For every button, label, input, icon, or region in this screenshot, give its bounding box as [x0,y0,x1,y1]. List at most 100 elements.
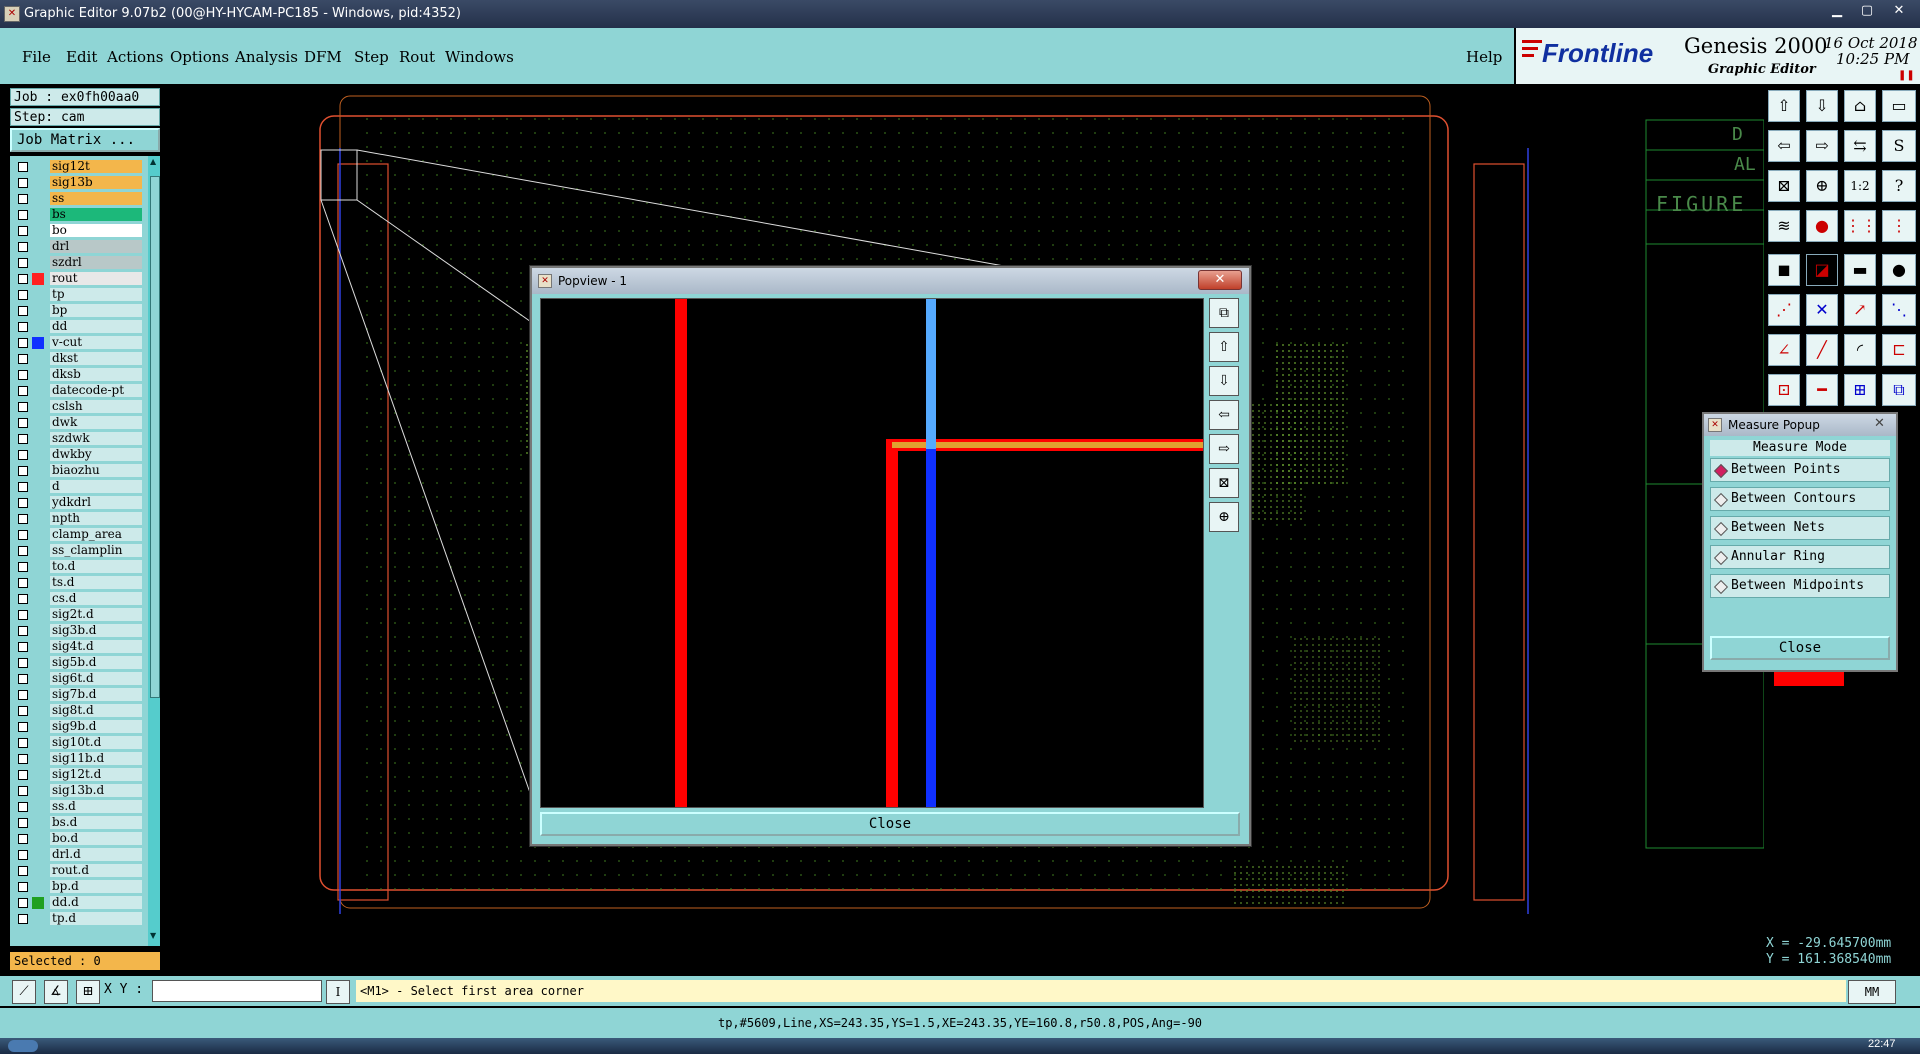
layer-checkbox[interactable] [18,562,28,572]
layer-row[interactable]: szdrl [10,256,160,270]
layer-name[interactable]: ydkdrl [50,496,142,509]
layer-checkbox[interactable] [18,418,28,428]
layer-name[interactable]: ss [50,192,142,205]
move-tool-icon[interactable]: ↗ [1844,294,1876,326]
popview-pan-right-icon[interactable]: ⇨ [1209,434,1239,464]
layer-checkbox[interactable] [18,466,28,476]
layer-row[interactable]: ts.d [10,576,160,590]
layer-name[interactable]: sig2t.d [50,608,142,621]
layer-name[interactable]: sig9b.d [50,720,142,733]
layer-name[interactable]: v-cut [50,336,142,349]
layer-row[interactable]: d [10,480,160,494]
layer-row[interactable]: rout [10,272,160,286]
layer-checkbox[interactable] [18,610,28,620]
layer-checkbox[interactable] [18,802,28,812]
layer-name[interactable]: sig12t.d [50,768,142,781]
layer-name[interactable]: bp.d [50,880,142,893]
layer-row[interactable]: biaozhu [10,464,160,478]
measure-option-between-midpoints[interactable]: Between Midpoints [1710,574,1890,598]
layer-checkbox[interactable] [18,162,28,172]
fit-tool-icon[interactable]: ⊠ [1768,170,1800,202]
menu-actions[interactable]: Actions [107,48,163,66]
line-tool-icon[interactable]: ◪ [1806,254,1838,286]
menu-windows[interactable]: Windows [445,48,514,66]
layer-name[interactable]: bs.d [50,816,142,829]
layer-row[interactable]: bo.d [10,832,160,846]
layer-name[interactable]: ts.d [50,576,142,589]
layer-checkbox[interactable] [18,786,28,796]
layer-row[interactable]: sig2t.d [10,608,160,622]
net-tool-icon[interactable]: ⋮ [1882,210,1916,242]
layer-checkbox[interactable] [18,194,28,204]
menu-dfm[interactable]: DFM [304,48,342,66]
layer-row[interactable]: ydkdrl [10,496,160,510]
layer-checkbox[interactable] [18,626,28,636]
circle-tool-icon[interactable]: ● [1882,254,1916,286]
layer-row[interactable]: sig5b.d [10,656,160,670]
angle-tool-icon[interactable]: ∠ [1768,334,1800,366]
help-tool-icon[interactable]: ? [1882,170,1916,202]
layer-name[interactable]: cs.d [50,592,142,605]
layer-name[interactable]: bo [50,224,142,237]
measure-option-annular-ring[interactable]: Annular Ring [1710,545,1890,569]
layer-checkbox[interactable] [18,274,28,284]
toggle-tool-icon[interactable]: ⇆ [1844,130,1876,162]
measure-option-between-nets[interactable]: Between Nets [1710,516,1890,540]
menu-analysis[interactable]: Analysis [235,48,298,66]
layer-name[interactable]: dwkby [50,448,142,461]
menu-rout[interactable]: Rout [399,48,435,66]
slash-tool-icon[interactable]: ╱ [1806,334,1838,366]
pad-tool-icon[interactable]: ◼ [1768,254,1800,286]
layer-row[interactable]: dwkby [10,448,160,462]
layer-name[interactable]: sig6t.d [50,672,142,685]
layer-row[interactable]: dkst [10,352,160,366]
layer-row[interactable]: v-cut [10,336,160,350]
layer-checkbox[interactable] [18,354,28,364]
layer-row[interactable]: tp.d [10,912,160,926]
start-icon[interactable] [8,1040,38,1052]
popview-zoom-in-icon[interactable]: ⇧ [1209,332,1239,362]
layer-row[interactable]: cs.d [10,592,160,606]
layer-row[interactable]: dksb [10,368,160,382]
layer-name[interactable]: sig3b.d [50,624,142,637]
layer-name[interactable]: rout [50,272,142,285]
scrollbar-thumb[interactable] [150,176,160,698]
layer-name[interactable]: ss.d [50,800,142,813]
layer-row[interactable]: dwk [10,416,160,430]
layer-checkbox[interactable] [18,690,28,700]
close-window-button[interactable]: ✕ [1888,2,1910,20]
layer-checkbox[interactable] [18,642,28,652]
layer-name[interactable]: drl.d [50,848,142,861]
arc-tool-icon[interactable]: ◜ [1844,334,1876,366]
layer-row[interactable]: sig11b.d [10,752,160,766]
layer-checkbox[interactable] [18,402,28,412]
layer-row[interactable]: bs [10,208,160,222]
center-tool-icon[interactable]: ⊕ [1806,170,1838,202]
angle-snap-icon[interactable]: ∡ [44,980,68,1004]
layer-row[interactable]: szdwk [10,432,160,446]
layer-checkbox[interactable] [18,178,28,188]
pin-tool-icon[interactable]: ● [1806,210,1838,242]
ruler-tool-icon[interactable]: ▬ [1844,254,1876,286]
connect-tool-icon[interactable]: ⋰ [1768,294,1800,326]
popview-fit-icon[interactable]: ⊠ [1209,468,1239,498]
layer-name[interactable]: sig11b.d [50,752,142,765]
layer-name[interactable]: dd [50,320,142,333]
layer-row[interactable]: sig3b.d [10,624,160,638]
layer-row[interactable]: sig6t.d [10,672,160,686]
layer-checkbox[interactable] [18,706,28,716]
layer-name[interactable]: sig10t.d [50,736,142,749]
menu-step[interactable]: Step [354,48,389,66]
layer-list-scrollbar[interactable]: ▲ ▼ [148,156,160,946]
home-tool-icon[interactable]: ⌂ [1844,90,1876,122]
layer-row[interactable]: datecode-pt [10,384,160,398]
layer-checkbox[interactable] [18,834,28,844]
layer-row[interactable]: dd.d [10,896,160,910]
layer-name[interactable]: sig4t.d [50,640,142,653]
layer-name[interactable]: bo.d [50,832,142,845]
layer-checkbox[interactable] [18,578,28,588]
layer-checkbox[interactable] [18,434,28,444]
layer-checkbox[interactable] [18,674,28,684]
layer-checkbox[interactable] [18,818,28,828]
delete-tool-icon[interactable]: ✕ [1806,294,1838,326]
